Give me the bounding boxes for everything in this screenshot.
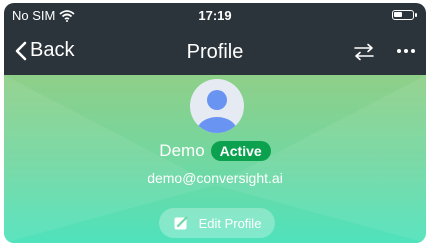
avatar-icon	[197, 90, 237, 133]
more-icon[interactable]	[396, 42, 416, 60]
switch-arrows-icon[interactable]	[352, 43, 376, 61]
edit-icon	[174, 216, 188, 230]
edit-profile-button[interactable]: Edit Profile	[159, 208, 275, 238]
name-row: Demo Active	[4, 141, 426, 161]
nav-bar: Back Profile	[4, 29, 426, 75]
profile-screen: No SIM 17:19 Back Profile Demo Active de…	[4, 3, 426, 243]
profile-header: Demo Active demo@conversight.ai Edit Pro…	[4, 75, 426, 243]
user-email: demo@conversight.ai	[147, 170, 283, 186]
status-badge: Active	[210, 141, 271, 161]
status-time: 17:19	[198, 8, 232, 23]
edit-profile-label: Edit Profile	[198, 215, 262, 231]
battery-icon	[392, 10, 417, 20]
status-bar: No SIM 17:19	[4, 3, 426, 29]
user-name: Demo	[159, 141, 205, 160]
top-bar: No SIM 17:19 Back Profile	[4, 3, 426, 75]
avatar	[190, 79, 244, 133]
